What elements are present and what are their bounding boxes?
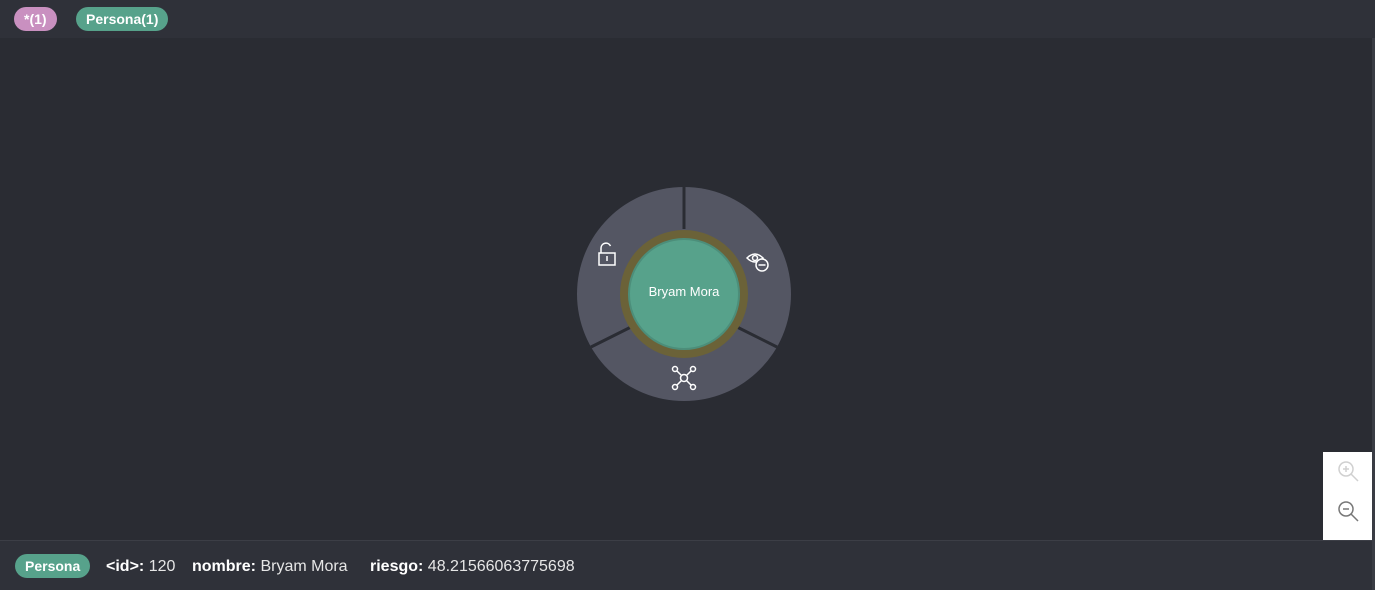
prop-id-key: <id>: bbox=[106, 558, 145, 575]
unlock-icon[interactable] bbox=[594, 242, 620, 268]
zoom-out-icon bbox=[1338, 501, 1359, 522]
zoom-out-button[interactable] bbox=[1335, 498, 1361, 524]
prop-id: <id>: 120 bbox=[106, 558, 175, 576]
legend-bar: *(1) Persona(1) bbox=[0, 0, 1375, 38]
zoom-in-button[interactable] bbox=[1335, 458, 1361, 484]
prop-riesgo-key: riesgo: bbox=[370, 558, 424, 575]
inspector-statusbar: Persona <id>: 120 nombre: Bryam Mora rie… bbox=[0, 540, 1372, 590]
prop-nombre-value: Bryam Mora bbox=[260, 558, 348, 575]
prop-id-value: 120 bbox=[148, 558, 176, 575]
zoom-in-icon bbox=[1338, 461, 1359, 482]
label-persona-pill[interactable]: Persona(1) bbox=[76, 7, 169, 31]
prop-nombre-key: nombre: bbox=[192, 558, 256, 575]
hide-icon[interactable] bbox=[745, 248, 771, 274]
expand-icon[interactable] bbox=[671, 365, 697, 391]
prop-nombre: nombre: Bryam Mora bbox=[192, 558, 348, 576]
prop-riesgo: riesgo: 48.21566063775698 bbox=[370, 558, 575, 576]
status-label-pill[interactable]: Persona bbox=[15, 554, 91, 578]
node-caption[interactable]: Bryam Mora bbox=[630, 284, 738, 299]
label-all-pill[interactable]: *(1) bbox=[14, 7, 57, 31]
prop-riesgo-value: 48.21566063775698 bbox=[427, 558, 575, 575]
zoom-controls bbox=[1323, 452, 1372, 540]
